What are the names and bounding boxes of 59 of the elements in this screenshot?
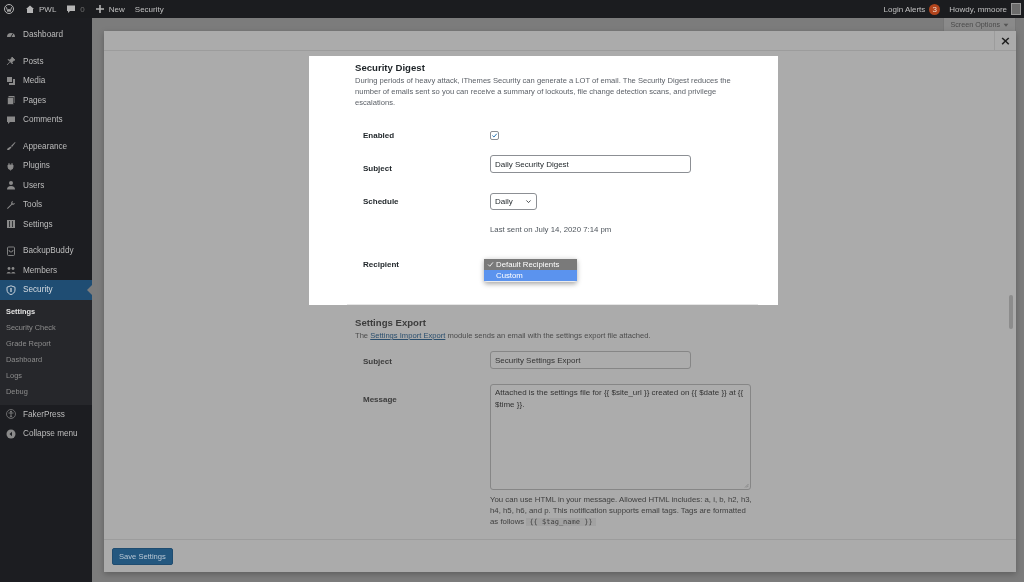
- sidebar-item[interactable]: Collapse menu: [0, 424, 92, 444]
- home-icon: [25, 4, 35, 14]
- sidebar-item[interactable]: BackupBuddy: [0, 241, 92, 261]
- pages-icon: [6, 95, 16, 106]
- sidebar-item[interactable]: Tools: [0, 195, 92, 215]
- sidebar-item[interactable]: FakerPress: [0, 404, 92, 424]
- subject-field[interactable]: Security Settings Export: [490, 351, 691, 369]
- sidebar-item[interactable]: Plugins: [0, 156, 92, 176]
- media-icon: [6, 75, 16, 86]
- sidebar-item[interactable]: Members: [0, 260, 92, 280]
- plug-icon: [6, 160, 16, 171]
- message-field[interactable]: Attached is the settings file for {{ $site_url }} created on {{ $date }} at {{ $time }}.: [490, 384, 751, 490]
- field-label: Schedule: [363, 196, 400, 208]
- checkmark-icon: [487, 261, 494, 268]
- field-label: Message: [363, 394, 398, 406]
- speech-bubble-icon: [66, 4, 77, 14]
- account-link[interactable]: Howdy, mmoore: [943, 0, 1024, 18]
- field-label: Enabled: [363, 130, 396, 140]
- resize-grip-icon: [744, 483, 749, 488]
- sidebar-item[interactable]: Pages: [0, 90, 92, 110]
- logo-icon: [4, 4, 14, 14]
- close-button[interactable]: ×: [994, 31, 1016, 50]
- subject-field[interactable]: Daily Security Digest: [490, 155, 691, 173]
- section-title: Security Digest: [355, 62, 426, 74]
- current-menu-pointer: [87, 285, 92, 295]
- sidebar-item[interactable]: Appearance: [0, 136, 92, 156]
- field-label: Subject: [363, 356, 393, 368]
- sidebar-item[interactable]: Posts: [0, 51, 92, 71]
- login-alerts-link[interactable]: Login Alerts 3: [877, 0, 944, 18]
- caret-icon: [1003, 21, 1009, 28]
- sidebar-item[interactable]: Dashboard: [0, 25, 92, 45]
- toolbar-link[interactable]: PWL: [20, 0, 62, 18]
- figure-icon: [6, 409, 16, 420]
- shield-icon: [6, 284, 16, 295]
- count-badge: 3: [929, 3, 941, 15]
- pin-icon: [6, 56, 16, 67]
- sidebar-item[interactable]: Settings: [0, 214, 92, 234]
- section-title: Settings Export: [355, 317, 427, 329]
- field-label: Recipient: [363, 259, 400, 271]
- sliders-icon: [6, 219, 16, 230]
- sidebar-item[interactable]: Users: [0, 175, 92, 195]
- people-icon: [6, 265, 16, 276]
- schedule-select[interactable]: Daily: [490, 193, 537, 210]
- avatar: [1011, 3, 1021, 15]
- sidebar-item[interactable]: Media: [0, 71, 92, 91]
- enabled-checkbox[interactable]: [490, 131, 499, 140]
- sidebar-item[interactable]: Comments: [0, 110, 92, 130]
- sidebar-item[interactable]: Security: [0, 280, 92, 300]
- user-icon: [6, 180, 16, 191]
- wrench-icon: [6, 199, 16, 210]
- field-label: Subject: [363, 163, 393, 173]
- speech-bubble-icon: [6, 114, 16, 125]
- box-icon: [6, 245, 16, 256]
- toolbar-link[interactable]: New: [89, 0, 130, 18]
- toolbar-link[interactable]: Security: [129, 0, 169, 18]
- chevron-icon: [525, 198, 532, 205]
- plus-icon: [94, 4, 105, 14]
- brush-icon: [6, 141, 16, 152]
- collapse-icon: [6, 428, 16, 439]
